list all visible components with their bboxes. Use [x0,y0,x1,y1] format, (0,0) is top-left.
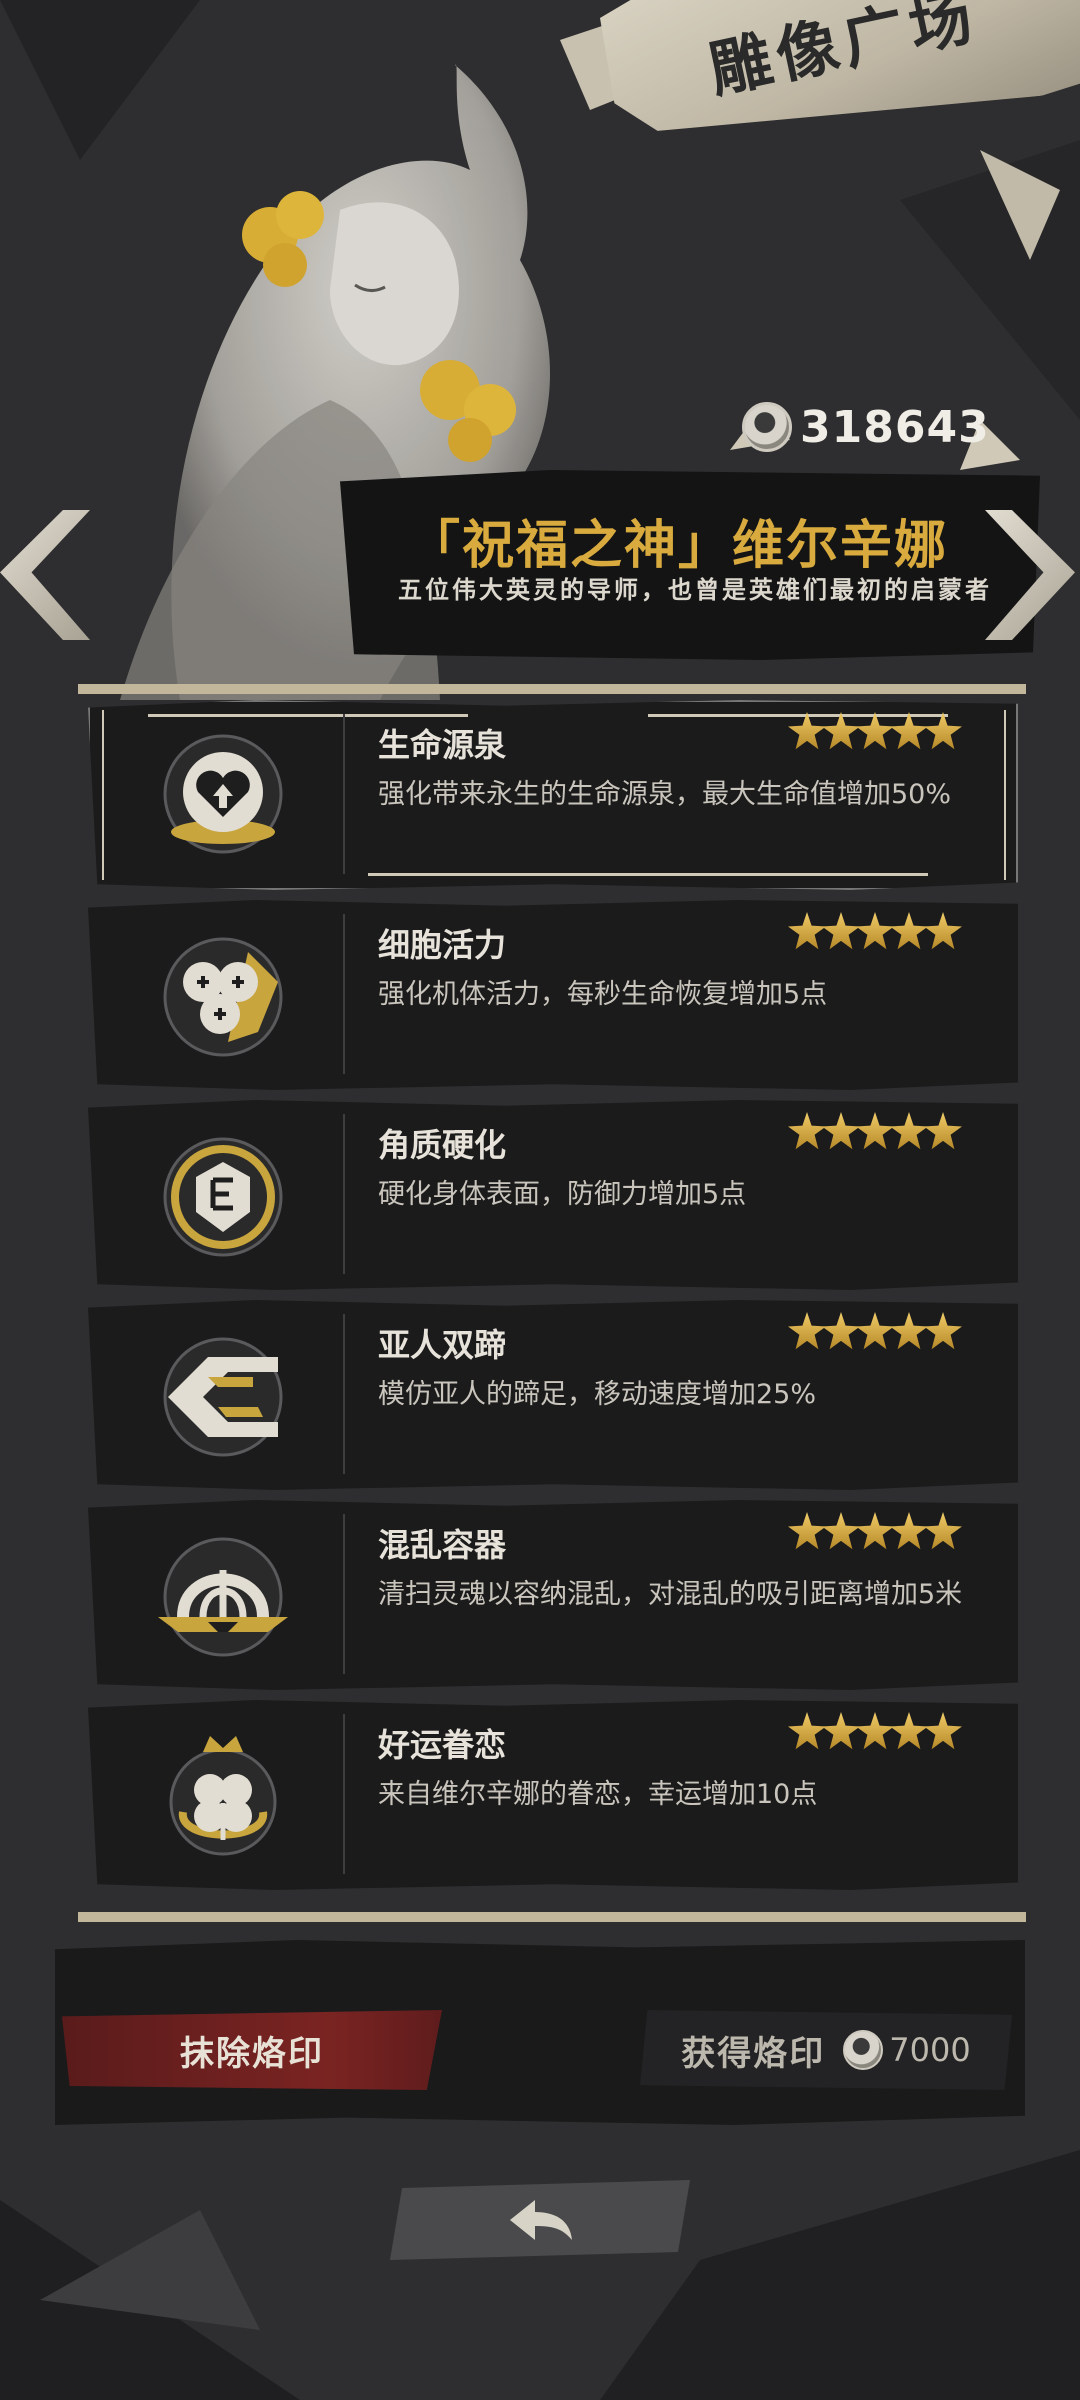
erase-brand-label: 抹除烙印 [180,2033,324,2074]
star-icon [890,1112,928,1150]
obtain-brand-button[interactable]: 获得烙印 7000 [640,2010,1012,2090]
cells-icon [148,922,298,1072]
star-rating [788,912,962,950]
currency-display: 318643 [742,392,990,462]
star-icon [822,712,860,750]
skill-card[interactable]: 混乱容器 清扫灵魂以容纳混乱，对混乱的吸引距离增加5米 [88,1500,1018,1690]
star-icon [924,912,962,950]
star-icon [856,1712,894,1750]
star-icon [856,1512,894,1550]
star-icon [788,1112,826,1150]
star-icon [822,1312,860,1350]
star-icon [788,912,826,950]
star-icon [856,712,894,750]
vessel-icon [148,1522,298,1672]
star-rating [788,1512,962,1550]
star-icon [822,1512,860,1550]
skill-description: 模仿亚人的蹄足，移动速度增加25% [378,1379,817,1410]
skill-name: 亚人双蹄 [378,1326,507,1364]
star-icon [822,1112,860,1150]
coin-icon [742,402,792,452]
skill-name: 角质硬化 [378,1126,507,1164]
skill-card[interactable]: 好运眷恋 来自维尔辛娜的眷恋，幸运增加10点 [88,1700,1018,1890]
hoof-icon [148,1322,298,1472]
heart-fountain-icon [148,722,298,872]
skill-card[interactable]: 生命源泉 强化带来永生的生命源泉，最大生命值增加50% [88,700,1018,890]
star-icon [924,712,962,750]
skill-card[interactable]: 亚人双蹄 模仿亚人的蹄足，移动速度增加25% [88,1300,1018,1490]
skill-card[interactable]: 细胞活力 强化机体活力，每秒生命恢复增加5点 [88,900,1018,1090]
back-arrow-icon [510,2200,572,2240]
star-icon [924,1712,962,1750]
currency-value: 318643 [800,401,990,453]
star-icon [788,1312,826,1350]
skill-name: 生命源泉 [378,726,507,764]
skill-description: 来自维尔辛娜的眷恋，幸运增加10点 [378,1779,818,1810]
skill-card[interactable]: 角质硬化 硬化身体表面，防御力增加5点 [88,1100,1018,1290]
obtain-brand-label: 获得烙印 [681,2033,826,2074]
panel-top-border [78,684,1026,694]
skill-description: 强化机体活力，每秒生命恢复增加5点 [378,979,828,1010]
obtain-brand-cost: 7000 [889,2031,971,2069]
star-icon [856,1312,894,1350]
skill-description: 清扫灵魂以容纳混乱，对混乱的吸引距离增加5米 [378,1579,963,1610]
star-icon [890,1512,928,1550]
skill-name: 混乱容器 [378,1526,507,1564]
star-icon [890,1712,928,1750]
star-icon [856,1112,894,1150]
skill-description: 强化带来永生的生命源泉，最大生命值增加50% [378,779,952,810]
star-icon [924,1512,962,1550]
back-button[interactable] [390,2180,690,2260]
skill-name: 好运眷恋 [378,1726,507,1764]
star-rating [788,1712,962,1750]
star-icon [788,1712,826,1750]
star-rating [788,1312,962,1350]
star-icon [856,912,894,950]
shield-icon [148,1122,298,1272]
statue-name: 「祝福之神」维尔辛娜 [408,516,949,576]
star-rating [788,1112,962,1150]
star-icon [890,912,928,950]
star-icon [924,1112,962,1150]
star-rating [788,712,962,750]
skill-name: 细胞活力 [378,926,507,964]
star-icon [822,1712,860,1750]
erase-brand-button[interactable]: 抹除烙印 [62,2010,442,2090]
star-icon [788,1512,826,1550]
star-icon [924,1312,962,1350]
statue-description: 五位伟大英灵的导师，也曾是英雄们最初的启蒙者 [398,576,992,604]
star-icon [822,912,860,950]
star-icon [890,712,928,750]
skill-description: 硬化身体表面，防御力增加5点 [378,1179,747,1210]
coin-icon [843,2030,884,2070]
star-icon [788,712,826,750]
panel-bottom-border [78,1912,1026,1922]
clover-crown-icon [148,1722,298,1872]
star-icon [890,1312,928,1350]
